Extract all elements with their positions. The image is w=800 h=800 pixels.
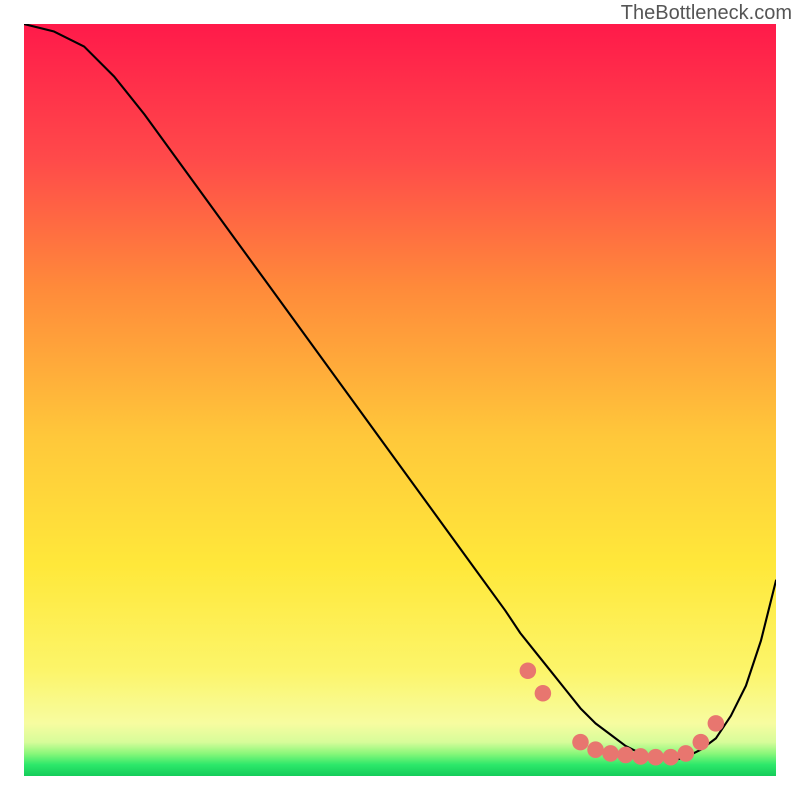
watermark-text: TheBottleneck.com bbox=[621, 2, 792, 25]
chart-area bbox=[24, 24, 776, 776]
gradient-background bbox=[24, 24, 776, 776]
chart-container: TheBottleneck.com bbox=[0, 0, 800, 800]
